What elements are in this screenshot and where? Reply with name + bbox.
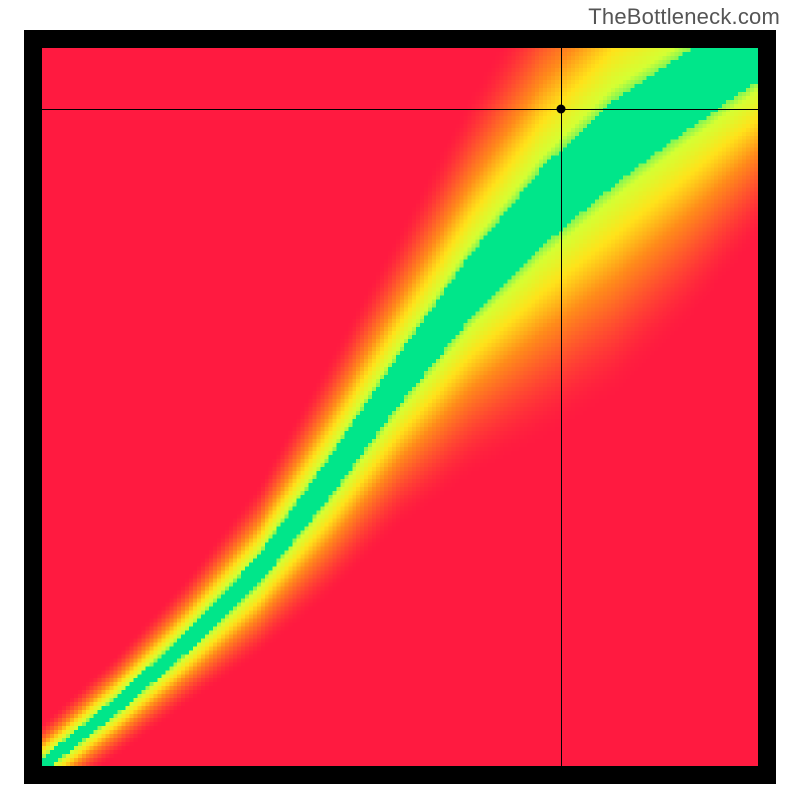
crosshair-point	[557, 105, 566, 114]
chart-stage: TheBottleneck.com	[0, 0, 800, 800]
chart-frame	[24, 30, 776, 784]
watermark-label: TheBottleneck.com	[588, 4, 780, 30]
crosshair-vertical	[561, 30, 562, 784]
crosshair-horizontal	[24, 109, 776, 110]
